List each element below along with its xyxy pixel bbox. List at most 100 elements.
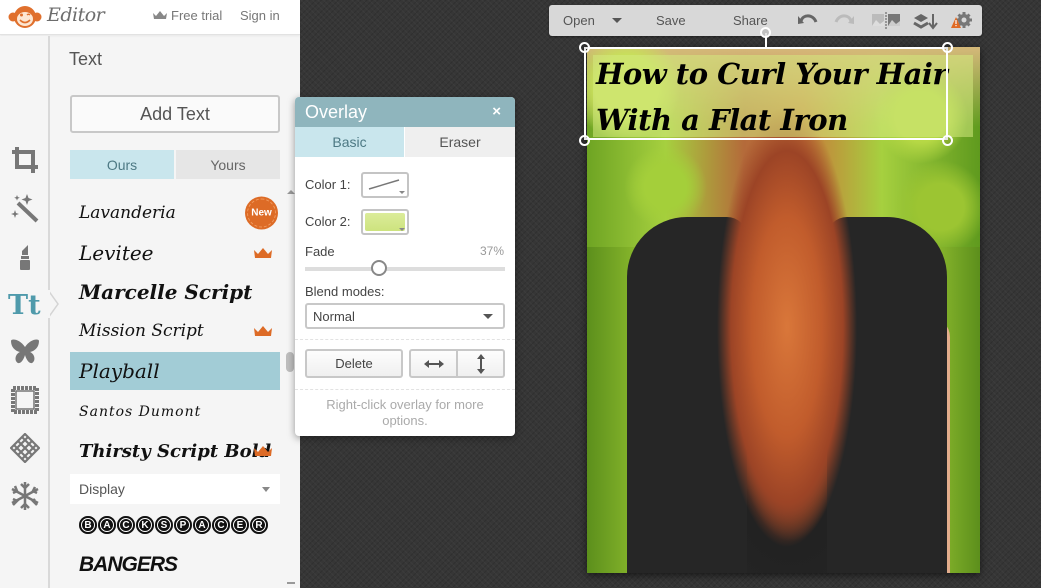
- font-item-playball[interactable]: Playball: [70, 352, 280, 390]
- font-list-scrollbar[interactable]: [286, 352, 294, 372]
- premium-crown-icon: [254, 326, 272, 336]
- font-name: Playball: [79, 359, 160, 383]
- font-category-value: Display: [79, 481, 125, 497]
- backspacer-letter: B: [79, 516, 97, 534]
- tab-basic[interactable]: Basic: [295, 127, 404, 157]
- photo-hair: [717, 107, 857, 547]
- font-name: Santos Dumont: [79, 404, 202, 420]
- sign-in-link[interactable]: Sign in: [240, 8, 280, 23]
- overlay-dialog: Overlay × Basic Eraser Color 1: Color 2:…: [295, 97, 515, 436]
- flip-vertical-icon: [476, 353, 485, 374]
- font-name: BACKSPACER: [79, 516, 268, 534]
- magic-wand-icon: [11, 194, 39, 223]
- font-name: Mission Script: [79, 321, 204, 341]
- font-category-select[interactable]: Display: [70, 474, 280, 504]
- flip-vertical-button[interactable]: [457, 349, 505, 378]
- tool-text[interactable]: Tt: [8, 287, 42, 321]
- scroll-up-arrow[interactable]: [287, 190, 295, 194]
- fade-slider-thumb[interactable]: [371, 260, 387, 276]
- resize-handle-top-left[interactable]: [579, 42, 590, 53]
- redo-icon[interactable]: [833, 11, 855, 31]
- tool-frames[interactable]: [8, 383, 42, 417]
- compare-icon[interactable]: [871, 11, 901, 31]
- left-panel: Editor Free trial Sign in Tt Text Add Te…: [0, 0, 300, 588]
- resize-handle-top-right[interactable]: [942, 42, 953, 53]
- crop-icon: [12, 147, 38, 173]
- color2-swatch[interactable]: [361, 209, 409, 235]
- premium-crown-icon: [254, 248, 272, 258]
- crown-icon: [153, 11, 167, 19]
- font-item-santos-dumont[interactable]: Santos Dumont: [70, 393, 280, 431]
- font-item-bangers[interactable]: BANGERS: [70, 546, 280, 584]
- backspacer-letter: S: [155, 516, 173, 534]
- undo-icon[interactable]: [797, 11, 819, 31]
- backspacer-letter: E: [231, 516, 249, 534]
- rotate-handle[interactable]: [760, 27, 771, 38]
- settings-warning-icon[interactable]: [951, 11, 973, 31]
- resize-handle-bottom-left[interactable]: [579, 135, 590, 146]
- open-button[interactable]: Open: [563, 13, 595, 28]
- blend-modes-label: Blend modes:: [305, 284, 385, 299]
- font-item-mission-script[interactable]: Mission Script: [70, 312, 280, 350]
- layers-icon[interactable]: [913, 11, 939, 31]
- tab-yours[interactable]: Yours: [176, 150, 280, 179]
- tab-eraser[interactable]: Eraser: [405, 127, 515, 157]
- blend-mode-value: Normal: [313, 308, 355, 324]
- monkey-logo-icon[interactable]: [8, 5, 42, 29]
- share-button[interactable]: Share: [733, 13, 768, 28]
- tab-ours[interactable]: Ours: [70, 150, 174, 179]
- add-text-button[interactable]: Add Text: [70, 95, 280, 133]
- tool-effects[interactable]: [8, 191, 42, 225]
- scroll-down-arrow[interactable]: [287, 582, 295, 584]
- hint-text: Right-click overlay for more options.: [326, 397, 484, 428]
- fade-value: 37%: [479, 244, 504, 258]
- color2-label: Color 2:: [305, 214, 351, 229]
- save-button[interactable]: Save: [656, 13, 686, 28]
- tool-crop[interactable]: [8, 143, 42, 177]
- fade-label: Fade: [305, 244, 335, 259]
- tool-seasonal[interactable]: [8, 479, 42, 513]
- open-dropdown-chevron-icon[interactable]: [612, 18, 622, 23]
- font-item-backspacer[interactable]: BACKSPACER: [70, 506, 280, 544]
- backspacer-letter: P: [174, 516, 192, 534]
- blend-mode-select[interactable]: Normal: [305, 303, 505, 329]
- fade-slider-track[interactable]: [305, 267, 505, 271]
- selection-box[interactable]: [584, 47, 948, 140]
- logo-text: Editor: [47, 4, 105, 26]
- free-trial-link[interactable]: Free trial: [153, 8, 222, 23]
- panel-title: Text: [69, 49, 103, 69]
- font-item-lavanderia[interactable]: Lavanderia New: [70, 194, 280, 232]
- chevron-down-icon: [262, 487, 270, 492]
- tool-touch-up[interactable]: [8, 239, 42, 273]
- backspacer-letter: A: [98, 516, 116, 534]
- color1-label: Color 1:: [305, 177, 351, 192]
- tool-textures[interactable]: [8, 431, 42, 465]
- divider: [295, 339, 515, 340]
- chevron-down-icon: [399, 191, 405, 194]
- resize-handle-bottom-right[interactable]: [942, 135, 953, 146]
- tool-rail: Tt: [0, 36, 50, 588]
- close-icon[interactable]: ×: [492, 103, 501, 120]
- font-name: Thirsty Script Bold: [79, 440, 272, 462]
- tool-overlays[interactable]: [8, 335, 42, 369]
- font-name: Marcelle Script: [79, 280, 253, 304]
- font-item-thirsty-script-bold[interactable]: Thirsty Script Bold: [70, 432, 280, 470]
- backspacer-letter: A: [193, 516, 211, 534]
- top-bar: Editor Free trial Sign in: [0, 0, 300, 35]
- butterfly-icon: [11, 339, 39, 364]
- font-item-levitee[interactable]: Levitee: [70, 234, 280, 272]
- color1-swatch[interactable]: [361, 172, 409, 198]
- dialog-header: Overlay ×: [295, 97, 515, 127]
- chevron-down-icon: [483, 314, 493, 319]
- premium-crown-icon: [254, 446, 272, 456]
- texture-icon: [10, 433, 40, 463]
- chevron-down-icon: [399, 228, 405, 231]
- free-trial-label: Free trial: [171, 8, 223, 23]
- new-badge: New: [247, 198, 276, 228]
- font-item-marcelle-script[interactable]: Marcelle Script: [70, 273, 280, 311]
- backspacer-letter: R: [250, 516, 268, 534]
- delete-button[interactable]: Delete: [305, 349, 403, 378]
- flip-horizontal-button[interactable]: [409, 349, 457, 378]
- snowflake-icon: [11, 482, 39, 510]
- backspacer-letter: C: [212, 516, 230, 534]
